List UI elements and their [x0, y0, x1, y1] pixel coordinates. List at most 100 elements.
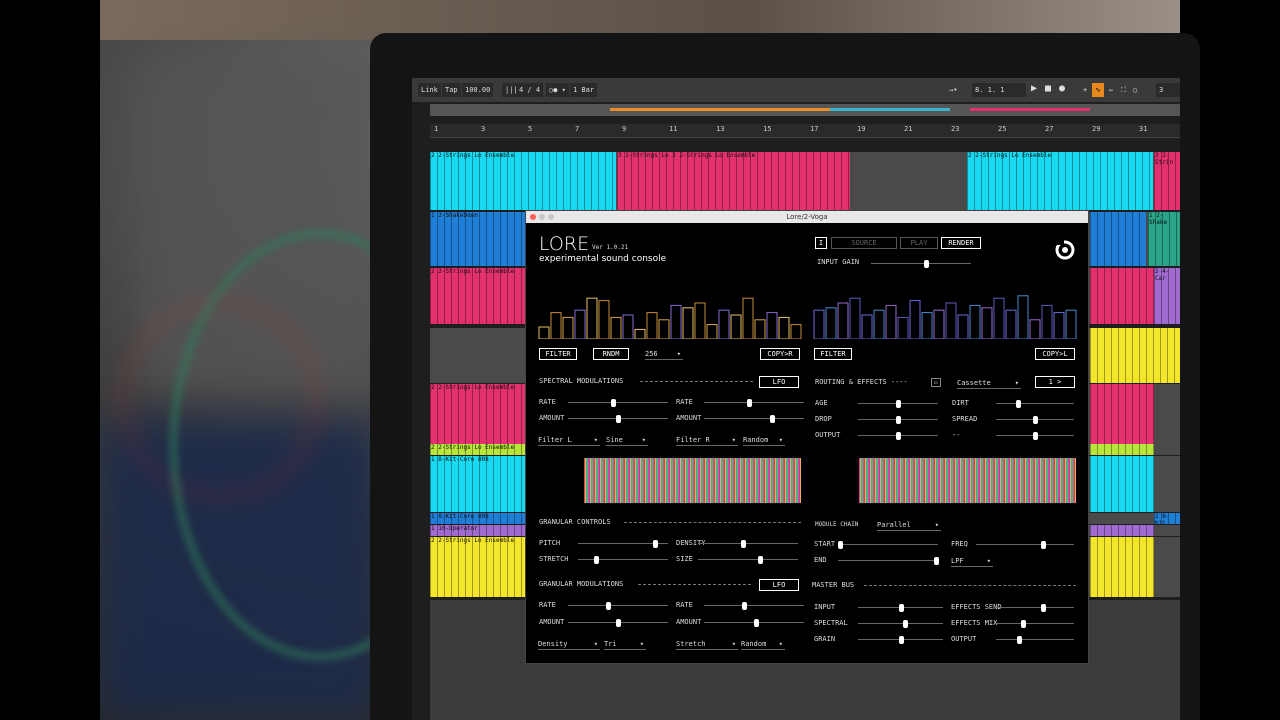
slider-knob[interactable] [1040, 541, 1046, 549]
quantize-menu[interactable]: 1 Bar [570, 83, 598, 97]
toggle-button[interactable]: I [815, 237, 827, 249]
spectral-amount-right-slider[interactable] [704, 415, 804, 423]
slider-knob[interactable] [1021, 620, 1027, 628]
filter-bar[interactable] [742, 297, 754, 339]
copy-left-button[interactable]: COPY>L [1035, 348, 1075, 360]
filter-bar[interactable] [993, 297, 1005, 339]
slider-knob[interactable] [1033, 432, 1038, 440]
filter-bar[interactable] [646, 312, 658, 339]
record-mode-icon[interactable]: ○● ▾ [546, 83, 569, 97]
spectral-shape-right-select[interactable]: Random [743, 434, 785, 446]
control-slider[interactable] [838, 557, 939, 565]
clip[interactable]: 2 2-Strings Lo Ensemble [430, 268, 525, 324]
granular-shape-left-select[interactable]: Tri [604, 638, 646, 650]
add-icon[interactable]: + [1080, 83, 1090, 97]
clip[interactable] [1090, 268, 1154, 324]
granular-rate-right-slider[interactable] [704, 602, 804, 610]
control-slider[interactable] [858, 400, 938, 408]
slider-knob[interactable] [758, 556, 763, 564]
filter-bar[interactable] [658, 319, 670, 339]
tap-button[interactable]: Tap [442, 83, 461, 97]
control-slider[interactable] [858, 432, 938, 440]
filter-bar[interactable] [837, 302, 849, 339]
effect-type-select[interactable]: Cassette [957, 377, 1021, 389]
render-button[interactable]: RENDER [941, 237, 981, 249]
clip[interactable]: 1 8-Kit-Core 808 [430, 513, 525, 524]
arrangement-overview[interactable] [430, 104, 1180, 116]
close-icon[interactable] [530, 214, 536, 220]
spectral-rate-right-slider[interactable] [704, 399, 804, 407]
clip[interactable]: 2 2-Strings Lo Ensemble [967, 152, 1153, 210]
filter-bar[interactable] [909, 300, 921, 339]
filter-bar[interactable] [897, 316, 909, 339]
slider-knob[interactable] [1017, 636, 1023, 644]
filter-bar[interactable] [825, 307, 837, 339]
filter-bar[interactable] [1053, 312, 1065, 339]
loop-icon[interactable]: ○ [1130, 83, 1140, 97]
filter-bar[interactable] [682, 307, 694, 339]
slider-knob[interactable] [594, 556, 599, 564]
filter-bar[interactable] [706, 324, 718, 339]
filter-bar[interactable] [1005, 309, 1017, 339]
time-signature[interactable]: 4 / 4 [516, 83, 544, 97]
slider-knob[interactable] [896, 432, 901, 440]
stop-icon[interactable]: ■ [1042, 83, 1054, 97]
control-slider[interactable] [578, 556, 668, 564]
filter-bar[interactable] [957, 314, 969, 339]
control-slider[interactable] [858, 620, 943, 628]
clip[interactable] [1090, 212, 1146, 266]
beat-ruler[interactable]: 1 3 5 7 9 11 13 15 17 19 21 23 25 27 29 31 [430, 124, 1180, 138]
filter-bar[interactable] [574, 309, 586, 339]
slider-knob[interactable] [838, 541, 843, 549]
filter-bar[interactable] [1041, 304, 1053, 339]
control-slider[interactable] [976, 541, 1074, 549]
capture-icon[interactable]: ⛶ [1118, 83, 1129, 97]
control-slider[interactable] [996, 416, 1074, 424]
filter-bar[interactable] [766, 312, 778, 339]
filter-bar[interactable] [730, 314, 742, 339]
slider-knob[interactable] [616, 415, 621, 423]
filter-bar[interactable] [610, 316, 622, 339]
slider-knob[interactable] [934, 557, 939, 565]
slider-knob[interactable] [742, 602, 747, 610]
position-field[interactable]: 8. 1. 1 [972, 83, 1026, 97]
control-slider[interactable] [858, 416, 938, 424]
spectral-shape-left-select[interactable]: Sine [606, 434, 648, 446]
spectral-target-right-select[interactable]: Filter R [676, 434, 738, 446]
slider-knob[interactable] [754, 619, 759, 627]
automation-icon[interactable]: ∿ [1092, 83, 1104, 97]
granular-amount-right-slider[interactable] [704, 619, 804, 627]
clip[interactable]: 1 8-Kit [1154, 513, 1180, 524]
filter-bar[interactable] [813, 309, 825, 339]
play-icon[interactable]: ▶ [1028, 83, 1040, 97]
slider-knob[interactable] [898, 604, 904, 612]
control-slider[interactable] [838, 541, 938, 549]
clip[interactable]: 2 2-Strings Lo Ensemble [430, 444, 525, 455]
control-slider[interactable] [996, 636, 1074, 644]
filter-bar[interactable] [933, 309, 945, 339]
control-slider[interactable] [698, 540, 798, 548]
control-slider[interactable] [996, 604, 1074, 612]
clip[interactable]: 2 2-Strings Lo Ensemble [430, 537, 525, 597]
filter-type-select[interactable]: LPF [951, 555, 993, 567]
filter-bar[interactable] [885, 304, 897, 339]
filter-bar[interactable] [969, 304, 981, 339]
clip[interactable]: 1 2-ShakeDown [430, 212, 525, 266]
slider-knob[interactable] [606, 602, 611, 610]
follow-icon[interactable]: →• [946, 83, 960, 97]
granular-shape-right-select[interactable]: Random [741, 638, 785, 650]
control-slider[interactable] [996, 400, 1074, 408]
control-slider[interactable] [996, 620, 1074, 628]
clip[interactable]: 1 10-Operator [430, 525, 525, 536]
record-icon[interactable]: ● [1056, 83, 1068, 97]
filter-bar[interactable] [718, 309, 730, 339]
spectral-rate-left-slider[interactable] [568, 399, 668, 407]
filter-bar[interactable] [945, 302, 957, 339]
filter-bar[interactable] [790, 324, 802, 339]
control-slider[interactable] [578, 540, 668, 548]
filter-bar[interactable] [598, 300, 610, 339]
control-slider[interactable] [698, 556, 798, 564]
source-button[interactable]: SOURCE [831, 237, 897, 249]
slider-knob[interactable] [770, 415, 775, 423]
copy-right-button[interactable]: COPY>R [760, 348, 800, 360]
